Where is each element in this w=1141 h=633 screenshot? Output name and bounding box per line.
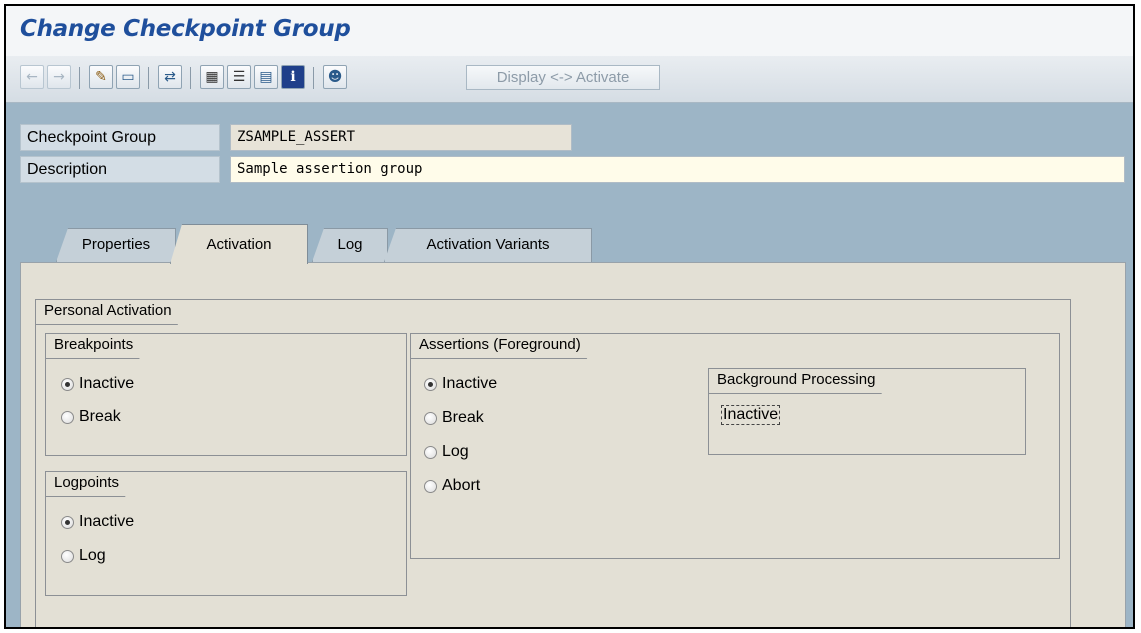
toolbar-separator bbox=[148, 67, 149, 89]
radio-unselected-icon bbox=[61, 549, 74, 563]
assertions-log-radio[interactable]: Log bbox=[424, 441, 469, 463]
display-activate-button[interactable]: Display <-> Activate bbox=[466, 65, 660, 90]
logpoints-log-radio[interactable]: Log bbox=[61, 545, 106, 567]
list-icon[interactable]: ☰ bbox=[227, 65, 251, 89]
user-icon[interactable]: ☻ bbox=[323, 65, 347, 89]
personal-activation-group: Personal Activation Breakpoints Inactive… bbox=[35, 299, 1071, 627]
description-field[interactable]: Sample assertion group bbox=[230, 156, 1125, 183]
radio-label: Inactive bbox=[442, 375, 498, 392]
tab-activation-variants[interactable]: Activation Variants bbox=[384, 228, 592, 262]
breakpoints-break-radio[interactable]: Break bbox=[61, 406, 121, 428]
toolbar-separator bbox=[313, 67, 314, 89]
screen-icon[interactable]: ▤ bbox=[254, 65, 278, 89]
radio-label: Log bbox=[79, 547, 106, 564]
assertions-abort-radio[interactable]: Abort bbox=[424, 475, 480, 497]
application-toolbar: ← → ✎ ▭ ⇄ ▦ ☰ ▤ i ☻ Display <-> Activate bbox=[6, 56, 1133, 103]
logpoints-group: Logpoints Inactive Log bbox=[45, 471, 407, 596]
background-processing-title: Background Processing bbox=[709, 369, 893, 394]
assertions-break-radio[interactable]: Break bbox=[424, 407, 484, 429]
background-processing-value[interactable]: Inactive bbox=[721, 405, 781, 425]
logpoints-inactive-radio[interactable]: Inactive bbox=[61, 511, 134, 533]
personal-activation-title: Personal Activation bbox=[36, 300, 190, 325]
tab-properties[interactable]: Properties bbox=[56, 228, 176, 262]
radio-unselected-icon bbox=[424, 445, 437, 459]
toolbar-separator bbox=[79, 67, 80, 89]
logpoints-title: Logpoints bbox=[46, 472, 137, 497]
radio-label: Inactive bbox=[79, 513, 135, 530]
assertions-foreground-group: Assertions (Foreground) Inactive Break L… bbox=[410, 333, 1060, 559]
background-processing-group: Background Processing Inactive bbox=[708, 368, 1026, 455]
radio-unselected-icon bbox=[61, 410, 74, 424]
radio-selected-icon bbox=[61, 515, 74, 529]
assertions-foreground-title: Assertions (Foreground) bbox=[411, 334, 599, 359]
breakpoints-title: Breakpoints bbox=[46, 334, 151, 359]
toolbar-separator bbox=[190, 67, 191, 89]
sap-window: Change Checkpoint Group ← → ✎ ▭ ⇄ ▦ ☰ ▤ … bbox=[4, 4, 1135, 629]
hierarchy-icon[interactable]: ▦ bbox=[200, 65, 224, 89]
display-change-icon[interactable]: ▭ bbox=[116, 65, 140, 89]
back-icon[interactable]: ← bbox=[20, 65, 44, 89]
forward-icon[interactable]: → bbox=[47, 65, 71, 89]
breakpoints-inactive-radio[interactable]: Inactive bbox=[61, 373, 134, 395]
other-object-icon[interactable]: ⇄ bbox=[158, 65, 182, 89]
assertions-inactive-radio[interactable]: Inactive bbox=[424, 373, 497, 395]
description-label: Description bbox=[20, 156, 220, 183]
edit-pencil-icon[interactable]: ✎ bbox=[89, 65, 113, 89]
breakpoints-group: Breakpoints Inactive Break bbox=[45, 333, 407, 456]
radio-label: Log bbox=[442, 443, 469, 460]
radio-unselected-icon bbox=[424, 411, 437, 425]
info-icon[interactable]: i bbox=[281, 65, 305, 89]
tab-activation[interactable]: Activation bbox=[170, 224, 308, 264]
radio-unselected-icon bbox=[424, 479, 437, 493]
radio-selected-icon bbox=[61, 377, 74, 391]
activation-tab-panel: Personal Activation Breakpoints Inactive… bbox=[20, 262, 1126, 627]
radio-label: Abort bbox=[442, 477, 481, 494]
window-title: Change Checkpoint Group bbox=[20, 16, 351, 42]
radio-selected-icon bbox=[424, 377, 437, 391]
checkpoint-group-field[interactable]: ZSAMPLE_ASSERT bbox=[230, 124, 572, 151]
checkpoint-group-label: Checkpoint Group bbox=[20, 124, 220, 151]
title-bar: Change Checkpoint Group bbox=[6, 6, 1133, 56]
tab-log[interactable]: Log bbox=[312, 228, 388, 262]
radio-label: Inactive bbox=[79, 375, 135, 392]
radio-label: Break bbox=[442, 409, 484, 426]
radio-label: Break bbox=[79, 408, 121, 425]
